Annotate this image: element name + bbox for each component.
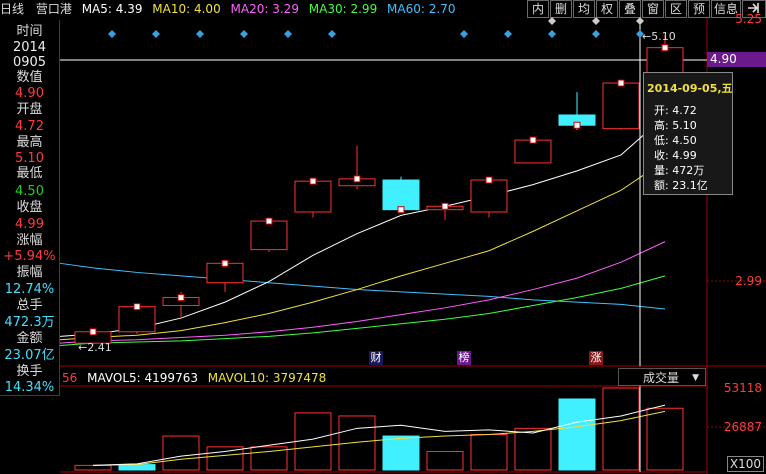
- info-diamond-icon: [636, 17, 644, 25]
- info-diamond-icon: [152, 30, 160, 38]
- volume-axis-mid: 26887: [723, 420, 762, 434]
- tooltip-close: 收: 4.99: [654, 149, 697, 162]
- info-diamond-icon: [504, 30, 512, 38]
- volume-bar: [162, 435, 200, 471]
- volume-legend: 56 MAVOL5: 4199763 MAVOL10: 3797478: [62, 371, 326, 385]
- close-marker: [265, 217, 273, 225]
- candle: [118, 306, 156, 333]
- price-axis-mid: 2.99: [735, 274, 762, 288]
- close-marker: [573, 121, 581, 129]
- ma5-line: [59, 115, 666, 337]
- volume-axis-top: 53118: [723, 381, 762, 395]
- volume-bar: [558, 398, 596, 471]
- tooltip-date: 2014-09-05,五: [647, 82, 733, 95]
- info-diamond-icon: [548, 17, 556, 25]
- tooltip-amount: 额: 23.1亿: [654, 179, 708, 192]
- close-marker: [89, 328, 97, 336]
- candle: [382, 179, 420, 211]
- volume-bar: [338, 415, 376, 471]
- candle: [470, 179, 508, 213]
- volume-bar: [118, 464, 156, 471]
- volume-axis-unit: X100: [726, 456, 764, 472]
- volume-bar: [602, 387, 640, 471]
- low-marker: ←2.41: [78, 341, 112, 354]
- info-diamond-icon: [548, 30, 556, 38]
- volume-bar: [514, 427, 552, 471]
- close-marker: [133, 303, 141, 311]
- info-diamond-icon: [108, 30, 116, 38]
- close-marker: [485, 176, 493, 184]
- volume-bar: [470, 433, 508, 471]
- event-list-icon[interactable]: 榜: [457, 351, 471, 365]
- volume-bar: [74, 464, 112, 471]
- chevron-down-icon: ▼: [692, 373, 699, 383]
- tooltip-low: 低: 4.50: [654, 134, 697, 147]
- volume-bar: [426, 450, 464, 471]
- info-diamond-icon: [592, 17, 600, 25]
- info-diamond-icon: [592, 30, 600, 38]
- mavol10-label: MAVOL10: 3797478: [207, 371, 327, 385]
- close-marker: [441, 202, 449, 210]
- candle: [602, 82, 640, 130]
- info-mine-markers[interactable]: [108, 17, 644, 38]
- info-diamond-icon: [196, 30, 204, 38]
- tooltip-high: 高: 5.10: [654, 119, 697, 132]
- volume-fragment: 56: [62, 371, 78, 385]
- high-marker: ←5.10: [642, 30, 676, 43]
- ma60-line: [59, 262, 666, 310]
- candle: [250, 220, 288, 251]
- close-marker: [617, 79, 625, 87]
- tooltip-open: 开: 4.72: [654, 104, 697, 117]
- close-marker: [309, 177, 317, 185]
- volume-bar: [646, 407, 684, 471]
- indicator-select[interactable]: 成交量 ▼: [618, 368, 706, 386]
- candle: [294, 180, 332, 213]
- close-marker: [177, 294, 185, 302]
- candle-tooltip: 2014-09-05,五 开: 4.72 高: 5.10 低: 4.50 收: …: [643, 72, 733, 195]
- volume-bar: [382, 435, 420, 471]
- close-marker: [529, 136, 537, 144]
- info-diamond-icon: [284, 30, 292, 38]
- volume-bar: [294, 412, 332, 471]
- indicator-select-value: 成交量: [643, 371, 680, 385]
- tooltip-volume: 量: 472万: [654, 164, 705, 177]
- info-diamond-icon: [240, 30, 248, 38]
- close-marker: [353, 175, 361, 183]
- close-marker: [397, 206, 405, 214]
- event-limit-icon[interactable]: 涨: [589, 351, 603, 365]
- mavol5-label: MAVOL5: 4199763: [87, 371, 198, 385]
- close-marker: [221, 259, 229, 267]
- price-axis-current: 4.90: [707, 52, 766, 67]
- volume-bar: [206, 446, 244, 471]
- info-diamond-icon: [460, 30, 468, 38]
- info-diamond-icon: [328, 30, 336, 38]
- close-marker: [661, 44, 669, 52]
- price-axis-top: 5.25: [735, 12, 762, 26]
- event-finance-icon[interactable]: 财: [369, 351, 383, 365]
